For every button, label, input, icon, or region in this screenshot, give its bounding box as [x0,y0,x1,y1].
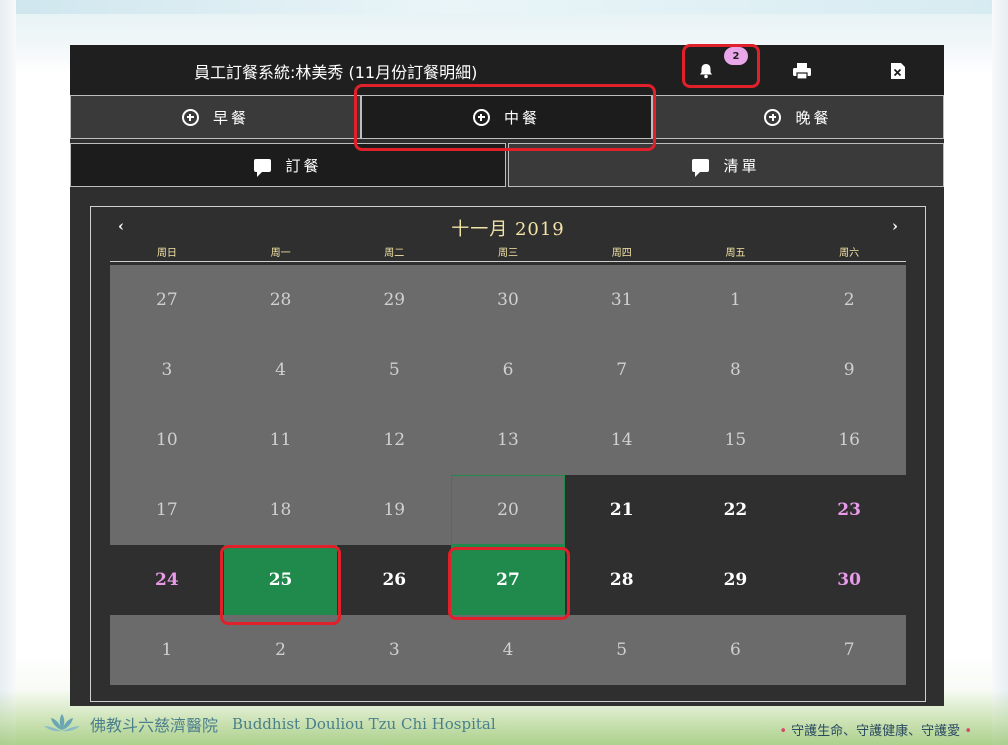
weekday-label: 周六 [839,248,860,259]
tab-order-label: 訂餐 [285,156,322,175]
calendar-title: 十一月 2019 [451,219,565,240]
weekday-label: 周四 [611,248,632,259]
calendar-day-past[interactable]: 11 [223,405,338,475]
calendar-day-other-month[interactable]: 1 [110,615,224,685]
meal-order-app: 員工訂餐系統:林美秀 (11月份訂餐明細) 2 早餐 中餐 晚餐 訂餐 清單 ‹ [70,45,944,706]
weekday-header-row: 周日 周一 周二 周三 周四 周五 周六 [110,244,906,262]
tab-lunch[interactable]: 中餐 [361,95,652,139]
calendar-day-past[interactable]: 5 [337,335,452,405]
lotus-logo-icon [40,712,84,736]
excel-export-icon[interactable] [888,61,908,81]
hospital-name-cn: 佛教斗六慈濟醫院 [90,716,219,735]
calendar-day-past[interactable]: 4 [223,335,338,405]
calendar-day-weekend[interactable]: 24 [110,545,224,615]
calendar-day-past[interactable]: 16 [792,405,906,475]
calendar-day-past[interactable]: 15 [678,405,793,475]
calendar-day-other-month[interactable]: 3 [337,615,452,685]
circle-plus-icon [472,108,490,126]
calendar-day-past[interactable]: 6 [451,335,565,405]
printer-icon[interactable] [792,61,812,81]
chat-bubble-icon [692,158,710,177]
weekday-label: 周五 [725,248,746,259]
calendar-day-other-month[interactable]: 2 [223,615,338,685]
calendar-day-past[interactable]: 13 [451,405,565,475]
next-month-button[interactable]: › [892,217,898,235]
calendar-day-other-month[interactable]: 4 [451,615,565,685]
calendar-day-past[interactable]: 19 [337,475,452,545]
tab-order[interactable]: 訂餐 [70,143,506,187]
weekday-label: 周二 [384,248,405,259]
page-title: 員工訂餐系統:林美秀 (11月份訂餐明細) [194,63,478,82]
hospital-branding: 佛教斗六慈濟醫院 Buddhist Douliou Tzu Chi Hospit… [40,712,496,736]
calendar-day-past[interactable]: 8 [678,335,793,405]
calendar-day-past[interactable]: 10 [110,405,224,475]
calendar-day[interactable]: 21 [564,475,679,545]
calendar-day-past[interactable]: 2 [792,265,906,335]
calendar-day-ordered[interactable]: 25 [223,545,338,615]
calendar-day-past[interactable]: 12 [337,405,452,475]
tab-dinner[interactable]: 晚餐 [652,95,944,139]
circle-plus-icon [181,108,199,126]
calendar-day-other-month[interactable]: 29 [337,265,452,335]
hospital-slogan: • 守護生命、守護健康、守護愛 • [779,724,972,739]
calendar-day-past[interactable]: 3 [110,335,224,405]
calendar-day-past[interactable]: 18 [223,475,338,545]
calendar-day-other-month[interactable]: 6 [678,615,793,685]
calendar-day-other-month[interactable]: 31 [564,265,679,335]
tab-list[interactable]: 清單 [508,143,944,187]
notification-badge[interactable]: 2 [724,47,748,65]
calendar-day-past[interactable]: 17 [110,475,224,545]
calendar-day-past[interactable]: 7 [564,335,679,405]
tab-dinner-label: 晚餐 [795,108,832,127]
calendar-day-weekend[interactable]: 23 [792,475,906,545]
window-left-shade [0,0,16,745]
window-right-shade [992,0,1008,745]
window-top-band [0,0,1008,14]
calendar-day[interactable]: 22 [678,475,793,545]
bell-icon[interactable] [696,61,716,81]
calendar-day-weekend[interactable]: 30 [792,545,906,615]
slogan-text: 守護生命、守護健康、守護愛 [791,724,961,739]
calendar-header: ‹ 十一月 2019 › [110,215,906,240]
calendar-day[interactable]: 28 [564,545,679,615]
app-header: 員工訂餐系統:林美秀 (11月份訂餐明細) 2 [70,45,944,95]
calendar-day-past[interactable]: 1 [678,265,793,335]
weekday-label: 周日 [156,248,177,259]
calendar-day-other-month[interactable]: 27 [110,265,224,335]
calendar-day-other-month[interactable]: 5 [564,615,679,685]
calendar-day-past[interactable]: 14 [564,405,679,475]
calendar-day-past[interactable]: 9 [792,335,906,405]
calendar-grid: 27 28 29 30 31 1 2 3 4 5 6 7 8 9 10 11 1… [110,265,906,687]
calendar-day-today[interactable]: 20 [451,475,565,545]
calendar-day-other-month[interactable]: 7 [792,615,906,685]
chat-bubble-icon [254,158,272,177]
tab-breakfast[interactable]: 早餐 [70,95,361,139]
weekday-label: 周一 [270,248,291,259]
weekday-label: 周三 [498,248,519,259]
tab-breakfast-label: 早餐 [212,108,249,127]
calendar-day[interactable]: 29 [678,545,793,615]
circle-plus-icon [764,108,782,126]
tab-list-label: 清單 [723,156,760,175]
calendar-day-ordered[interactable]: 27 [451,545,565,615]
calendar-day-other-month[interactable]: 30 [451,265,565,335]
calendar-day-other-month[interactable]: 28 [223,265,338,335]
hospital-name-en: Buddhist Douliou Tzu Chi Hospital [232,715,496,733]
calendar-day[interactable]: 26 [337,545,452,615]
tab-lunch-label: 中餐 [503,108,540,127]
